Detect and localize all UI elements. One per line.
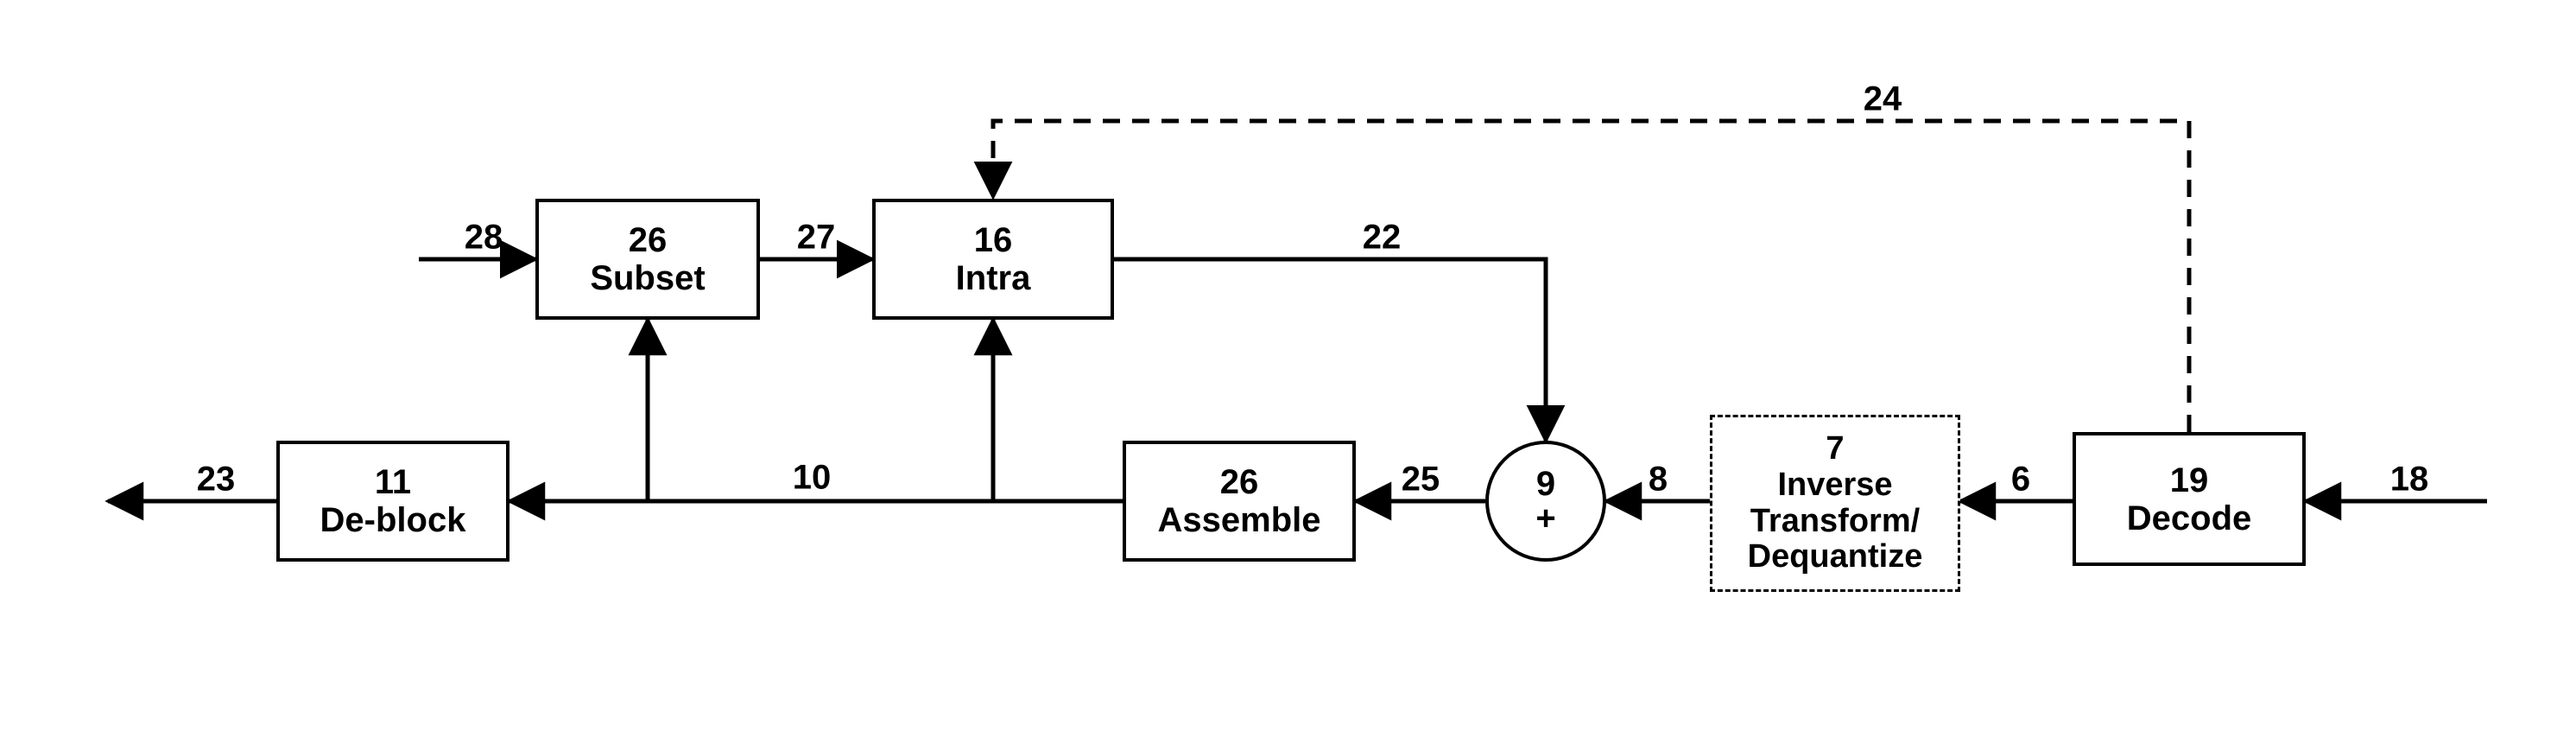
wire-8-label: 8 xyxy=(1649,461,1668,499)
invtrans-num: 7 xyxy=(1826,431,1844,467)
wire-23-label: 23 xyxy=(197,461,236,499)
wire-22-label: 22 xyxy=(1363,219,1402,257)
assemble-name: Assemble xyxy=(1158,501,1321,539)
wire-25-label: 25 xyxy=(1402,461,1440,499)
adder-sym: + xyxy=(1535,501,1555,536)
invtrans-name1: Inverse xyxy=(1777,467,1892,504)
intra-block: 16 Intra xyxy=(872,199,1114,320)
wire-10-label: 10 xyxy=(793,459,832,498)
wire-18-label: 18 xyxy=(2390,461,2429,499)
subset-num: 26 xyxy=(629,221,668,259)
invtrans-name3: Dequantize xyxy=(1748,539,1923,575)
assemble-block: 26 Assemble xyxy=(1123,441,1356,562)
wire-27-label: 27 xyxy=(797,219,836,257)
deblock-num: 11 xyxy=(375,463,411,501)
decode-name: Decode xyxy=(2127,499,2252,537)
intra-num: 16 xyxy=(974,221,1013,259)
subset-block: 26 Subset xyxy=(535,199,760,320)
decode-num: 19 xyxy=(2170,461,2209,499)
deblock-block: 11 De-block xyxy=(276,441,510,562)
wire-6-label: 6 xyxy=(2011,461,2030,499)
invtrans-block: 7 Inverse Transform/ Dequantize xyxy=(1710,415,1960,592)
adder-num: 9 xyxy=(1536,467,1555,501)
wire-24-label: 24 xyxy=(1864,80,1902,119)
wire-28-label: 28 xyxy=(465,219,503,257)
assemble-num: 26 xyxy=(1220,463,1259,501)
invtrans-name2: Transform/ xyxy=(1750,504,1920,540)
subset-name: Subset xyxy=(590,259,705,297)
adder-circle: 9 + xyxy=(1485,441,1606,562)
decode-block: 19 Decode xyxy=(2073,432,2306,566)
intra-name: Intra xyxy=(956,259,1031,297)
deblock-name: De-block xyxy=(320,501,466,539)
